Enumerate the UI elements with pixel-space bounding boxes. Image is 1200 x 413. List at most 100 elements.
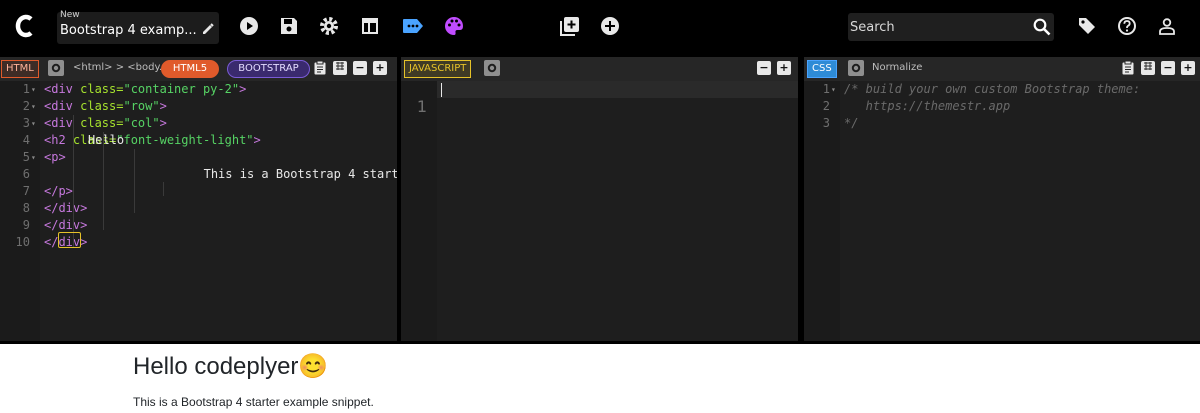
code-text: <div class="row"> [44, 98, 167, 115]
css-editor-pane: CSS Normalize − + 1 ▾ /* build your own cu… [804, 57, 1200, 341]
breadcrumb: <html> > <body... [73, 62, 169, 73]
collapse-minus-icon[interactable]: − [757, 61, 771, 75]
code-token: > [159, 116, 167, 130]
line-number: 1 [22, 82, 30, 96]
calculator-icon[interactable] [333, 61, 347, 75]
html-lang-button[interactable]: HTML [1, 60, 39, 78]
layout-icon[interactable] [359, 15, 381, 37]
css-lang-button[interactable]: CSS [807, 60, 837, 78]
bootstrap-framework-button[interactable]: BOOTSTRAP [227, 60, 310, 78]
palette-icon[interactable] [443, 15, 465, 37]
fold-arrow-icon[interactable]: ▾ [31, 115, 36, 132]
code-text: <h2 class="font-weight-light"> Hello [44, 132, 261, 149]
project-title-box[interactable]: New Bootstrap 4 examp... [57, 10, 219, 44]
code-line: 7 </p> [0, 183, 397, 200]
code-text: </div> [44, 200, 87, 217]
code-token: <div [44, 99, 81, 113]
line-number: 8 [22, 201, 30, 215]
fold-arrow-icon[interactable]: ▾ [31, 98, 36, 115]
calculator-icon[interactable] [1141, 61, 1155, 75]
collapse-minus-icon[interactable]: − [353, 61, 367, 75]
html-code-editor[interactable]: 1 ▾ <div class="container py-2"> 2 ▾ <div cl… [0, 81, 397, 341]
project-title[interactable]: Bootstrap 4 examp... [60, 23, 197, 38]
css-code-editor[interactable]: 1 ▾ /* build your own custom Bootstrap the… [804, 81, 1200, 341]
line-number: 5 [22, 150, 30, 164]
code-comment: https://themestr.app [844, 99, 1011, 113]
css-pane-header: CSS Normalize − + [804, 57, 1200, 81]
javascript-lang-button[interactable]: JAVASCRIPT [404, 60, 472, 78]
help-icon[interactable] [1116, 15, 1138, 37]
code-token: class= [80, 82, 124, 96]
expand-plus-icon[interactable]: + [373, 61, 387, 75]
bracket-match-highlight [58, 232, 81, 248]
indent-guide [134, 149, 135, 213]
js-settings-gear-icon[interactable] [484, 60, 500, 76]
code-token: > [253, 133, 261, 147]
search-icon[interactable] [1033, 18, 1051, 36]
code-line: 3 ▾ <div class="col"> [0, 115, 397, 132]
js-code-editor[interactable]: 1 [401, 81, 798, 341]
code-line: 6 This is a Bootstrap 4 starter e [0, 166, 397, 183]
clipboard-icon[interactable] [1121, 60, 1135, 75]
line-number: 2 [22, 99, 30, 113]
fold-arrow-icon[interactable]: ▾ [31, 81, 36, 98]
line-number: 2 [822, 99, 830, 113]
top-toolbar: New Bootstrap 4 examp... [0, 0, 1200, 54]
code-comment: */ [844, 116, 859, 130]
fold-arrow-icon[interactable]: ▾ [831, 81, 836, 98]
run-icon[interactable] [238, 15, 260, 37]
expand-plus-icon[interactable]: + [1181, 61, 1195, 75]
code-token: > [239, 82, 247, 96]
code-token: <div [44, 82, 81, 96]
fold-arrow-icon[interactable]: ▾ [31, 149, 36, 166]
code-line: 2 https://themestr.app [804, 98, 1200, 115]
line-number: 10 [15, 235, 30, 249]
line-number: 3 [822, 116, 830, 130]
line-number: 4 [22, 133, 30, 147]
indent-guide [163, 182, 164, 196]
line-number: 1 [822, 82, 830, 96]
js-pane-header: JAVASCRIPT − + [401, 57, 798, 81]
clipboard-icon[interactable] [313, 60, 327, 75]
add-circle-icon[interactable] [599, 15, 621, 37]
code-line: 1 ▾ <div class="container py-2"> [0, 81, 397, 98]
code-line: 8 </div> [0, 200, 397, 217]
project-status-label: New [60, 10, 80, 20]
line-number: 9 [22, 218, 30, 232]
collapse-minus-icon[interactable]: − [1161, 61, 1175, 75]
code-token: "row" [123, 99, 160, 113]
css-preset-label[interactable]: Normalize [872, 62, 922, 73]
css-settings-gear-icon[interactable] [848, 60, 864, 76]
code-text: <div class="col"> [44, 115, 167, 132]
code-text: <p> [44, 149, 66, 166]
user-icon[interactable] [1156, 15, 1178, 37]
tags-icon[interactable] [1076, 15, 1098, 37]
indent-guide [73, 115, 74, 247]
code-comment: /* build your own custom Bootstrap theme… [844, 82, 1141, 96]
search-input[interactable] [850, 17, 1025, 37]
code-text: <div class="container py-2"> [44, 81, 246, 98]
edit-icon[interactable] [201, 22, 215, 36]
codeply-logo[interactable] [14, 13, 36, 39]
html-settings-gear-icon[interactable] [48, 60, 64, 76]
smile-emoji-icon: 😊 [298, 353, 329, 380]
save-icon[interactable] [278, 15, 300, 37]
code-token: <p> [44, 150, 66, 164]
html-pane-header: HTML <html> > <body... HTML5 BOOTSTRAP −… [0, 57, 397, 81]
line-number: 7 [22, 184, 30, 198]
html5-preset-button[interactable]: HTML5 [161, 60, 219, 78]
code-token: <h2 [44, 133, 73, 147]
tag-blue-icon[interactable] [402, 15, 424, 37]
add-square-icon[interactable] [559, 15, 581, 37]
settings-icon[interactable] [318, 15, 340, 37]
code-line: 5 ▾ <p> [0, 149, 397, 166]
search-field[interactable] [848, 13, 1054, 41]
code-token: > [159, 99, 167, 113]
html-editor-pane: HTML <html> > <body... HTML5 BOOTSTRAP −… [0, 57, 397, 341]
expand-plus-icon[interactable]: + [777, 61, 791, 75]
